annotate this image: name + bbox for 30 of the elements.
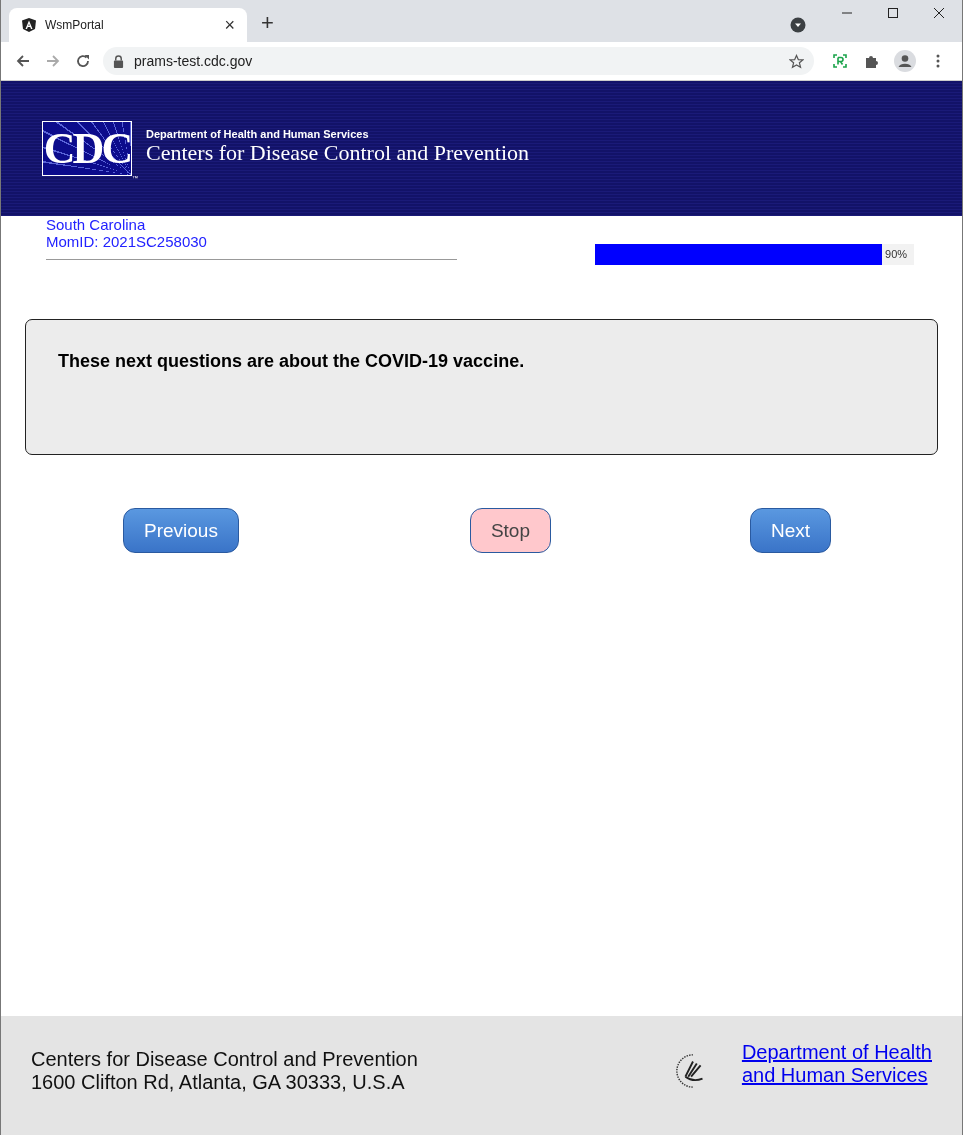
stop-button[interactable]: Stop xyxy=(469,508,551,553)
extension-icon[interactable] xyxy=(832,53,848,69)
tab-title: WsmPortal xyxy=(45,18,105,32)
address-field[interactable]: prams-test.cdc.gov xyxy=(103,47,814,75)
new-tab-button[interactable]: + xyxy=(261,10,274,36)
mom-id-text: MomID: 2021SC258030 xyxy=(46,233,208,250)
nav-button[interactable]: Previous xyxy=(123,508,239,553)
close-tab-button[interactable]: × xyxy=(224,14,235,36)
maximize-icon[interactable] xyxy=(887,7,899,19)
progress-reading: 90% xyxy=(885,248,908,260)
logo-text: CDC xyxy=(43,123,131,174)
department-text: Department of Health and Human Services xyxy=(146,127,370,140)
tab-search-icon[interactable] xyxy=(790,17,806,33)
footer-text: Centers for Disease Control and Prevention xyxy=(31,1047,419,1071)
shield-icon xyxy=(21,17,37,33)
nav-button[interactable]: Next xyxy=(750,508,832,553)
lock-icon xyxy=(113,54,124,68)
puzzle-icon[interactable] xyxy=(864,53,880,69)
question-text: These next questions are about the COVID-19 vaccine. xyxy=(58,351,525,371)
close-icon[interactable] xyxy=(933,7,945,19)
hhs-link[interactable]: Department of Health and Human Services xyxy=(741,1040,932,1087)
browser-tab[interactable]: WsmPortal × xyxy=(9,8,247,42)
back-icon[interactable] xyxy=(15,53,31,69)
footer-text: 1600 Clifton Rd, Atlanta, GA 30333, U.S.A xyxy=(31,1070,406,1094)
url-text: prams-test.cdc.gov xyxy=(134,53,253,69)
profile-icon[interactable] xyxy=(894,50,916,72)
reload-icon[interactable] xyxy=(75,53,91,69)
star-icon[interactable] xyxy=(789,53,804,69)
state-text: South Carolina xyxy=(46,216,147,233)
agency-title: Centers for Disease Control and Prevention xyxy=(146,139,530,166)
